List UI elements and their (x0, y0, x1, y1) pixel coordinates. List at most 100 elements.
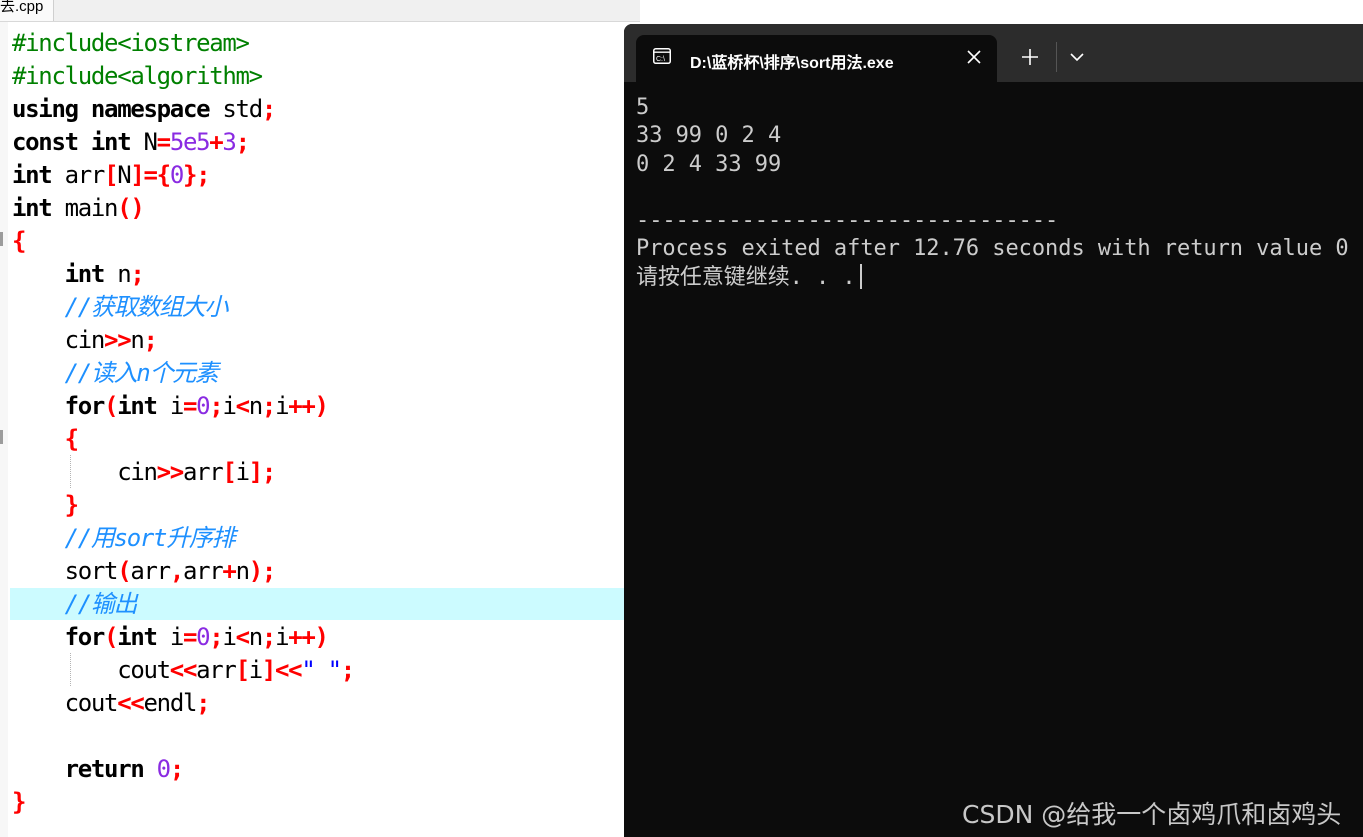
code-token: ]<< (261, 656, 303, 684)
svg-text:C:\: C:\ (656, 56, 665, 63)
terminal-line: 0 2 4 33 99 (636, 151, 782, 177)
code-line[interactable]: //获取数组大小 (12, 291, 354, 324)
code-token: ); (248, 557, 277, 585)
code-token: sort (12, 557, 119, 585)
fold-marker[interactable] (0, 430, 3, 444)
code-token: cout (12, 689, 119, 717)
code-token: ; (261, 95, 276, 123)
terminal-line: 5 (636, 95, 650, 120)
code-token: + (222, 557, 236, 585)
code-token: << (117, 689, 145, 717)
code-line[interactable]: int arr[N]={0}; (12, 159, 354, 192)
terminal-titlebar: C:\ D:\蓝桥杯\排序\sort用法.exe (624, 24, 1363, 82)
code-token: ( (104, 392, 118, 420)
terminal-output[interactable]: 5 33 99 0 2 40 2 4 33 99 -----------------… (636, 94, 1349, 292)
code-token: i (275, 392, 289, 420)
code-token: i (156, 623, 184, 651)
code-token: n (248, 623, 263, 651)
code-token: 0 (156, 755, 171, 783)
code-line[interactable]: int main() (12, 192, 354, 225)
editor-gutter (0, 22, 8, 837)
editor-file-tab[interactable]: 去.cpp (0, 0, 55, 21)
code-token: n (248, 392, 263, 420)
code-token: #include<iostream> (12, 29, 250, 57)
code-token: int (12, 161, 53, 189)
code-token: ( (117, 557, 131, 585)
code-token: int (117, 623, 158, 651)
code-token: for (64, 392, 106, 420)
code-token: [ (222, 458, 236, 486)
code-line[interactable]: return 0; (12, 753, 354, 786)
code-token: } (64, 491, 79, 519)
code-line[interactable]: for(int i=0;i<n;i++) (12, 621, 354, 654)
code-token: n (104, 260, 131, 288)
code-token: //输出 (64, 590, 138, 618)
code-line[interactable]: int n; (12, 258, 354, 291)
code-token: int (117, 392, 158, 420)
plus-icon[interactable] (1019, 46, 1041, 68)
code-token: } (12, 788, 26, 816)
code-token: < (235, 623, 250, 651)
code-token: 0 (196, 623, 210, 651)
code-token: N (130, 128, 157, 156)
code-line[interactable]: cout<<arr[i]<<" "; (12, 654, 355, 687)
code-token: 0 (196, 392, 210, 420)
code-token: N (117, 161, 131, 189)
code-line[interactable]: cout<<endl; (12, 687, 354, 720)
code-line[interactable]: for(int i=0;i<n;i++) (12, 390, 354, 423)
code-token: arr (51, 161, 106, 189)
code-token: , (169, 557, 184, 585)
terminal-tab[interactable]: C:\ D:\蓝桥杯\排序\sort用法.exe (636, 35, 997, 82)
code-line[interactable]: { (12, 423, 354, 456)
code-token: n (235, 557, 250, 585)
code-line[interactable]: //输出 (12, 588, 354, 621)
code-token: ; (235, 128, 250, 156)
code-line[interactable]: { (12, 225, 354, 258)
code-token: //用sort升序排 (64, 524, 236, 552)
code-line[interactable]: cin>>arr[i]; (12, 456, 354, 489)
code-line[interactable]: //用sort升序排 (12, 522, 354, 555)
code-token: >> (104, 326, 132, 354)
code-token: for (64, 623, 106, 651)
code-token: i (275, 623, 289, 651)
code-line[interactable]: using namespace std; (12, 93, 354, 126)
chevron-down-icon[interactable] (1067, 48, 1087, 66)
code-token: = (182, 623, 197, 651)
terminal-line: Process exited after 12.76 seconds with … (636, 236, 1349, 262)
code-token: cin (12, 326, 106, 354)
code-token: ]={ (130, 161, 171, 189)
code-line[interactable]: //读入n个元素 (12, 357, 354, 390)
code-token: return (64, 755, 145, 783)
code-token: n (130, 326, 144, 354)
code-line[interactable]: const int N=5e5+3; (12, 126, 354, 159)
code-line[interactable]: sort(arr,arr+n); (12, 555, 354, 588)
code-token: " " (301, 656, 342, 684)
code-line[interactable]: } (12, 786, 354, 819)
close-icon[interactable] (964, 47, 984, 67)
code-token: i (235, 458, 250, 486)
code-token: ; (143, 326, 158, 354)
code-token: < (235, 392, 250, 420)
code-token: >> (156, 458, 185, 486)
code-token: ( (104, 623, 118, 651)
code-token: cin (12, 458, 158, 486)
code-line[interactable]: #include<algorithm> (12, 60, 354, 93)
code-line[interactable]: } (12, 489, 354, 522)
code-token: ++) (288, 392, 329, 420)
code-token: ; (196, 689, 210, 717)
fold-marker[interactable] (0, 232, 3, 246)
code-editor[interactable]: #include<iostream> #include<algorithm> usi… (12, 27, 355, 819)
code-line[interactable]: cin>>n; (12, 324, 354, 357)
titlebar-divider (1056, 42, 1057, 72)
code-line[interactable] (12, 720, 354, 753)
code-token: endl (143, 689, 198, 717)
code-line[interactable]: #include<iostream> (12, 27, 354, 60)
